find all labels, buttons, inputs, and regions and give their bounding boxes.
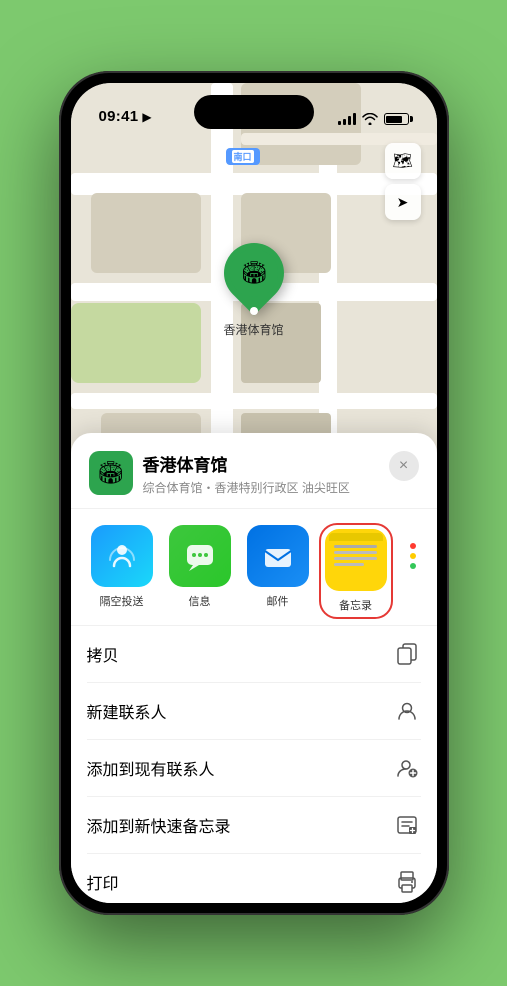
action-new-contact[interactable]: 新建联系人 (87, 683, 421, 740)
battery-icon (384, 113, 409, 125)
action-list: 拷贝 新建联系人 (71, 626, 437, 903)
action-print[interactable]: 打印 (87, 854, 421, 903)
pin-label: 香港体育馆 (223, 321, 283, 338)
location-icon: ▶ (142, 110, 151, 124)
location-pin: 🏟 香港体育馆 (223, 243, 283, 338)
mail-label: 邮件 (267, 593, 289, 609)
venue-icon: 🏟 (89, 451, 133, 495)
more-dots-icon (399, 525, 427, 587)
share-notes[interactable]: 备忘录 (321, 525, 391, 617)
messages-icon (169, 525, 231, 587)
venue-name: 香港体育馆 (143, 451, 381, 476)
phone-screen: 09:41 ▶ (71, 83, 437, 903)
status-time: 09:41 (99, 108, 139, 125)
add-existing-icon (393, 754, 421, 782)
location-button[interactable]: ➤ (385, 184, 421, 220)
notes-label: 备忘录 (339, 597, 372, 613)
quick-note-icon (393, 811, 421, 839)
new-contact-icon (393, 697, 421, 725)
close-button[interactable]: × (389, 451, 419, 481)
action-copy[interactable]: 拷贝 (87, 626, 421, 683)
mail-icon (247, 525, 309, 587)
share-mail[interactable]: 邮件 (243, 525, 313, 609)
share-airdrop[interactable]: 隔空投送 (87, 525, 157, 609)
airdrop-icon (91, 525, 153, 587)
bottom-sheet: 🏟 香港体育馆 综合体育馆・香港特别行政区 油尖旺区 × (71, 433, 437, 903)
action-quick-note[interactable]: 添加到新快速备忘录 (87, 797, 421, 854)
action-new-contact-label: 新建联系人 (87, 699, 167, 723)
copy-icon (393, 640, 421, 668)
action-add-existing[interactable]: 添加到现有联系人 (87, 740, 421, 797)
status-icons (338, 113, 409, 125)
action-add-existing-label: 添加到现有联系人 (87, 756, 215, 780)
notes-icon (325, 529, 387, 591)
signal-icon (338, 113, 356, 125)
action-copy-label: 拷贝 (87, 642, 119, 666)
action-quick-note-label: 添加到新快速备忘录 (87, 813, 231, 837)
venue-info: 香港体育馆 综合体育馆・香港特别行政区 油尖旺区 (143, 451, 381, 496)
share-messages[interactable]: 信息 (165, 525, 235, 609)
venue-header: 🏟 香港体育馆 综合体育馆・香港特别行政区 油尖旺区 × (71, 433, 437, 509)
map-label: 南口 (226, 148, 260, 165)
map-controls: 🗺 ➤ (385, 143, 421, 224)
pin-icon: 🏟 (240, 260, 268, 286)
print-icon (393, 868, 421, 896)
share-more[interactable] (399, 525, 427, 587)
phone-frame: 09:41 ▶ (59, 71, 449, 915)
share-row: 隔空投送 信息 (71, 509, 437, 626)
wifi-icon (362, 113, 378, 125)
dynamic-island (194, 95, 314, 129)
map-type-button[interactable]: 🗺 (385, 143, 421, 179)
action-print-label: 打印 (87, 870, 119, 894)
messages-label: 信息 (189, 593, 211, 609)
venue-subtitle: 综合体育馆・香港特别行政区 油尖旺区 (143, 479, 381, 496)
airdrop-label: 隔空投送 (100, 593, 144, 609)
